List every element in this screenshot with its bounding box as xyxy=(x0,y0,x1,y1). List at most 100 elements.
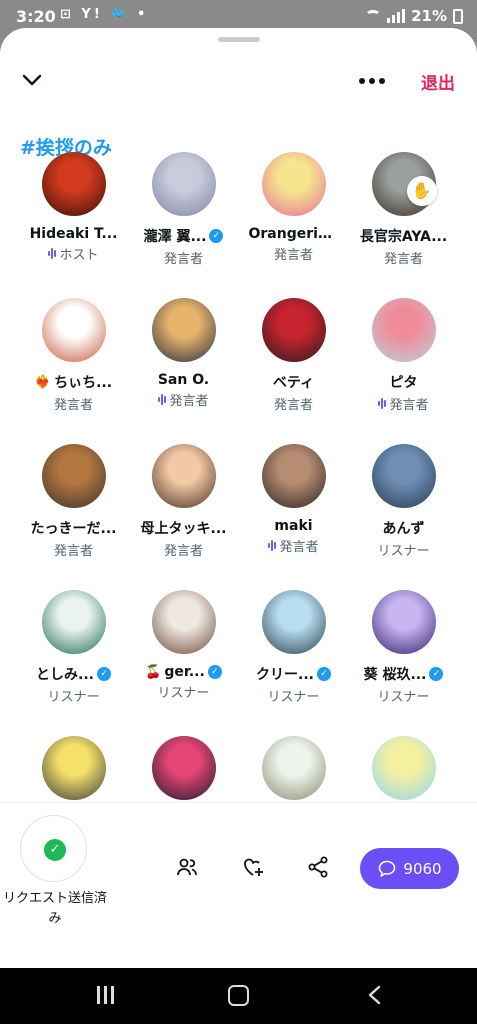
participant-name-row: 葵 桜玖... ✓ xyxy=(350,664,458,684)
request-sent-button[interactable]: ✓ xyxy=(20,815,87,882)
participant-role: 発言者 xyxy=(169,394,209,409)
participant-tile[interactable]: ❤️‍🔥 ちぃち... 発言者 xyxy=(19,298,129,444)
participant-avatar[interactable] xyxy=(371,444,436,508)
participant-tile[interactable]: あんず リスナー xyxy=(349,444,459,590)
participant-name-row: あんず xyxy=(350,518,458,538)
participant-avatar[interactable] xyxy=(41,152,106,216)
participant-role: リスナー xyxy=(267,690,320,705)
signal-icon xyxy=(387,9,406,23)
speaking-wave-icon xyxy=(268,540,277,552)
notification-icons: ⊡ Y! 🐦 • xyxy=(60,7,149,22)
participant-avatar[interactable] xyxy=(261,736,326,800)
participant-avatar[interactable] xyxy=(41,298,106,362)
participant-role-row: 発言者 xyxy=(54,394,93,413)
participant-tile[interactable]: maki 発言者 xyxy=(239,444,349,590)
participant-tile[interactable]: クリー... ✓ リスナー xyxy=(239,590,349,736)
participant-tile[interactable]: 瀧澤 翼... ✓ 発言者 xyxy=(129,152,239,298)
participant-tile[interactable]: 🍒 ger... ✓ リスナー xyxy=(129,590,239,736)
participant-role: 発言者 xyxy=(53,398,93,413)
participant-avatar[interactable] xyxy=(41,590,106,654)
participant-name-row: maki xyxy=(240,518,348,534)
participant-role: 発言者 xyxy=(279,540,319,555)
share-icon[interactable] xyxy=(306,855,330,879)
participant-tile[interactable]: としみ... ✓ リスナー xyxy=(19,590,129,736)
participant-role: リスナー xyxy=(47,690,100,705)
participants-icon[interactable] xyxy=(175,855,199,879)
participant-role-row: 発言者 xyxy=(378,394,429,413)
participant-tile[interactable]: ✋ 長官宗AYA... 発言者 xyxy=(349,152,459,298)
check-icon: ✓ xyxy=(44,839,66,861)
speaking-wave-icon xyxy=(48,248,57,260)
participant-tile[interactable]: 葵 桜玖... ✓ リスナー xyxy=(349,590,459,736)
participant-avatar[interactable] xyxy=(41,444,106,508)
participant-role: 発言者 xyxy=(53,544,93,559)
participant-name: 瀧澤 翼... xyxy=(143,229,207,245)
name-emoji: 🍒 xyxy=(145,664,162,680)
status-right: 21% xyxy=(365,7,463,25)
participant-role: リスナー xyxy=(377,544,430,559)
participant-tile[interactable] xyxy=(239,736,349,802)
participant-avatar[interactable] xyxy=(261,298,326,362)
participant-avatar[interactable] xyxy=(371,298,436,362)
participant-tile[interactable] xyxy=(19,736,129,802)
participant-tile[interactable]: 母上タッキ... 発言者 xyxy=(129,444,239,590)
participant-name-row: ベティ xyxy=(240,372,348,392)
collapse-chevron-icon[interactable] xyxy=(22,73,42,87)
participant-name-row: 母上タッキ... xyxy=(130,518,238,538)
participant-role-row: 発言者 xyxy=(158,390,209,409)
participant-role-row: リスナー xyxy=(157,682,209,701)
participant-tile[interactable]: San O. 発言者 xyxy=(129,298,239,444)
participant-tile[interactable]: ピタ 発言者 xyxy=(349,298,459,444)
participant-name-row: たっきーだ... xyxy=(20,518,128,538)
participant-role-row: ホスト xyxy=(48,244,99,263)
participant-role-row: リスナー xyxy=(267,686,319,705)
participant-avatar[interactable] xyxy=(151,444,216,508)
participant-name-row: ピタ xyxy=(350,372,458,392)
participant-role-row: 発言者 xyxy=(274,244,313,263)
participant-role-row: 発言者 xyxy=(384,248,423,267)
participant-tile[interactable] xyxy=(129,736,239,802)
participant-avatar[interactable] xyxy=(261,590,326,654)
participant-avatar[interactable] xyxy=(151,590,216,654)
participant-avatar[interactable] xyxy=(151,152,216,216)
participant-avatar[interactable] xyxy=(151,298,216,362)
participant-name-row: としみ... ✓ xyxy=(20,664,128,684)
participant-avatar[interactable] xyxy=(261,444,326,508)
participant-avatar[interactable] xyxy=(371,590,436,654)
participant-avatar[interactable] xyxy=(371,736,436,800)
participant-avatar[interactable] xyxy=(151,736,216,800)
recent-apps-icon[interactable] xyxy=(97,986,114,1004)
verified-badge-icon: ✓ xyxy=(96,667,111,681)
participant-role-row: 発言者 xyxy=(164,248,203,267)
drag-handle[interactable] xyxy=(218,37,260,42)
participant-name-row: Hideaki T... xyxy=(20,226,128,242)
heart-plus-icon[interactable] xyxy=(241,855,265,879)
participant-avatar[interactable] xyxy=(41,736,106,800)
more-options-icon[interactable] xyxy=(359,74,391,88)
participant-name: ger... xyxy=(164,664,205,680)
home-icon[interactable] xyxy=(228,985,249,1006)
participant-tile[interactable] xyxy=(349,736,459,802)
leave-button[interactable]: 退出 xyxy=(421,69,455,94)
participant-name: 長官宗AYA... xyxy=(359,229,448,245)
participant-tile[interactable]: ベティ 発言者 xyxy=(239,298,349,444)
request-sent-label: リクエスト送信済み xyxy=(2,891,107,926)
participant-name: Orangerie... xyxy=(248,226,339,242)
participant-tile[interactable]: たっきーだ... 発言者 xyxy=(19,444,129,590)
participant-name: あんず xyxy=(382,521,425,537)
name-emoji: ❤️‍🔥 xyxy=(34,374,52,390)
raised-hand-icon: ✋ xyxy=(406,176,437,206)
participant-name: クリー... xyxy=(256,667,314,683)
participant-avatar[interactable] xyxy=(261,152,326,216)
participant-role: リスナー xyxy=(157,686,210,701)
comments-button[interactable]: 9060 xyxy=(360,848,459,889)
participant-role: 発言者 xyxy=(273,248,313,263)
participant-name: 母上タッキ... xyxy=(140,521,227,537)
participant-tile[interactable]: Hideaki T... ホスト xyxy=(19,152,129,298)
participant-name: たっきーだ... xyxy=(30,521,117,537)
participant-name: Hideaki T... xyxy=(29,226,118,242)
back-icon[interactable] xyxy=(367,985,381,1005)
participant-tile[interactable]: Orangerie... 発言者 xyxy=(239,152,349,298)
participant-name-row: 瀧澤 翼... ✓ xyxy=(130,226,238,246)
participant-name: San O. xyxy=(157,372,210,388)
